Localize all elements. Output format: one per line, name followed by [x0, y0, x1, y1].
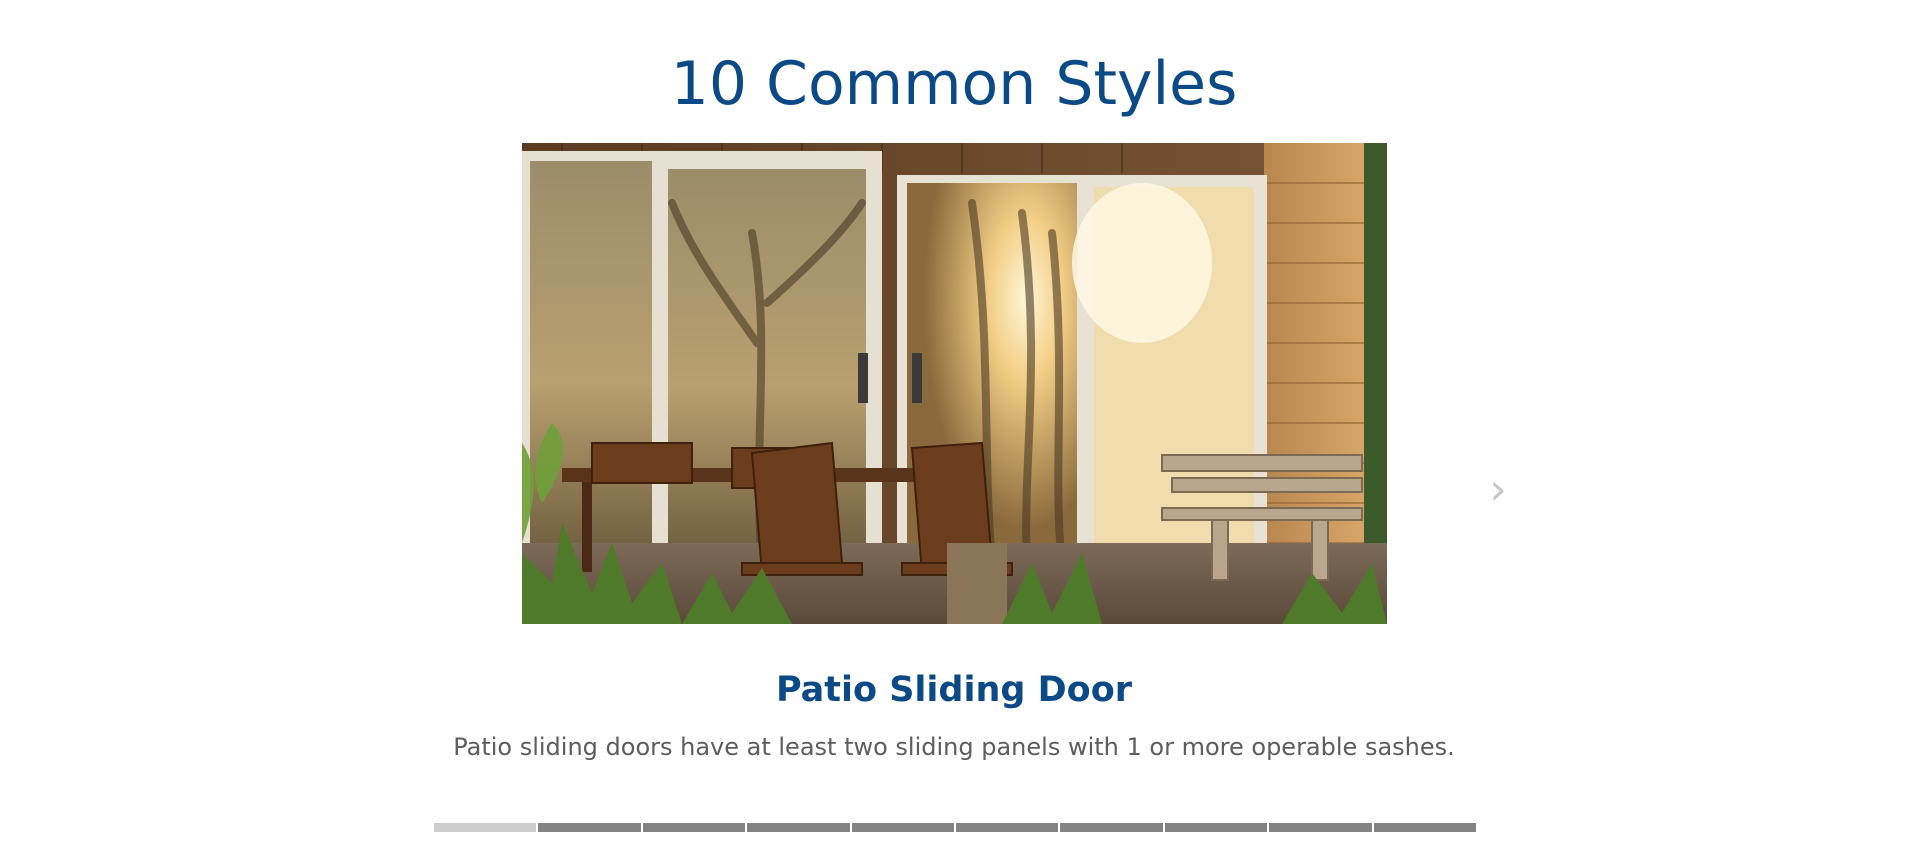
slide-heading: Patio Sliding Door: [775, 670, 1133, 710]
slide-indicator-2[interactable]: [538, 823, 641, 832]
slide-indicator-8[interactable]: [1164, 823, 1268, 832]
section-title: 10 Common Styles: [670, 49, 1238, 119]
next-slide-button[interactable]: ›: [1480, 462, 1516, 518]
slide-description: Patio sliding doors have at least two sl…: [453, 733, 1455, 761]
slide-indicator-5[interactable]: [851, 823, 955, 832]
slide-indicator-6[interactable]: [956, 823, 1059, 832]
slide-indicator-7[interactable]: [1060, 823, 1163, 832]
slide-image-patio-door: [522, 143, 1387, 624]
slide-indicator-1[interactable]: [434, 823, 537, 832]
slide-progress-bar: [434, 823, 1477, 832]
slide-indicator-4[interactable]: [747, 823, 850, 832]
slide-indicator-10[interactable]: [1373, 823, 1477, 832]
slide-indicator-3[interactable]: [642, 823, 746, 832]
slide-indicator-9[interactable]: [1269, 823, 1372, 832]
